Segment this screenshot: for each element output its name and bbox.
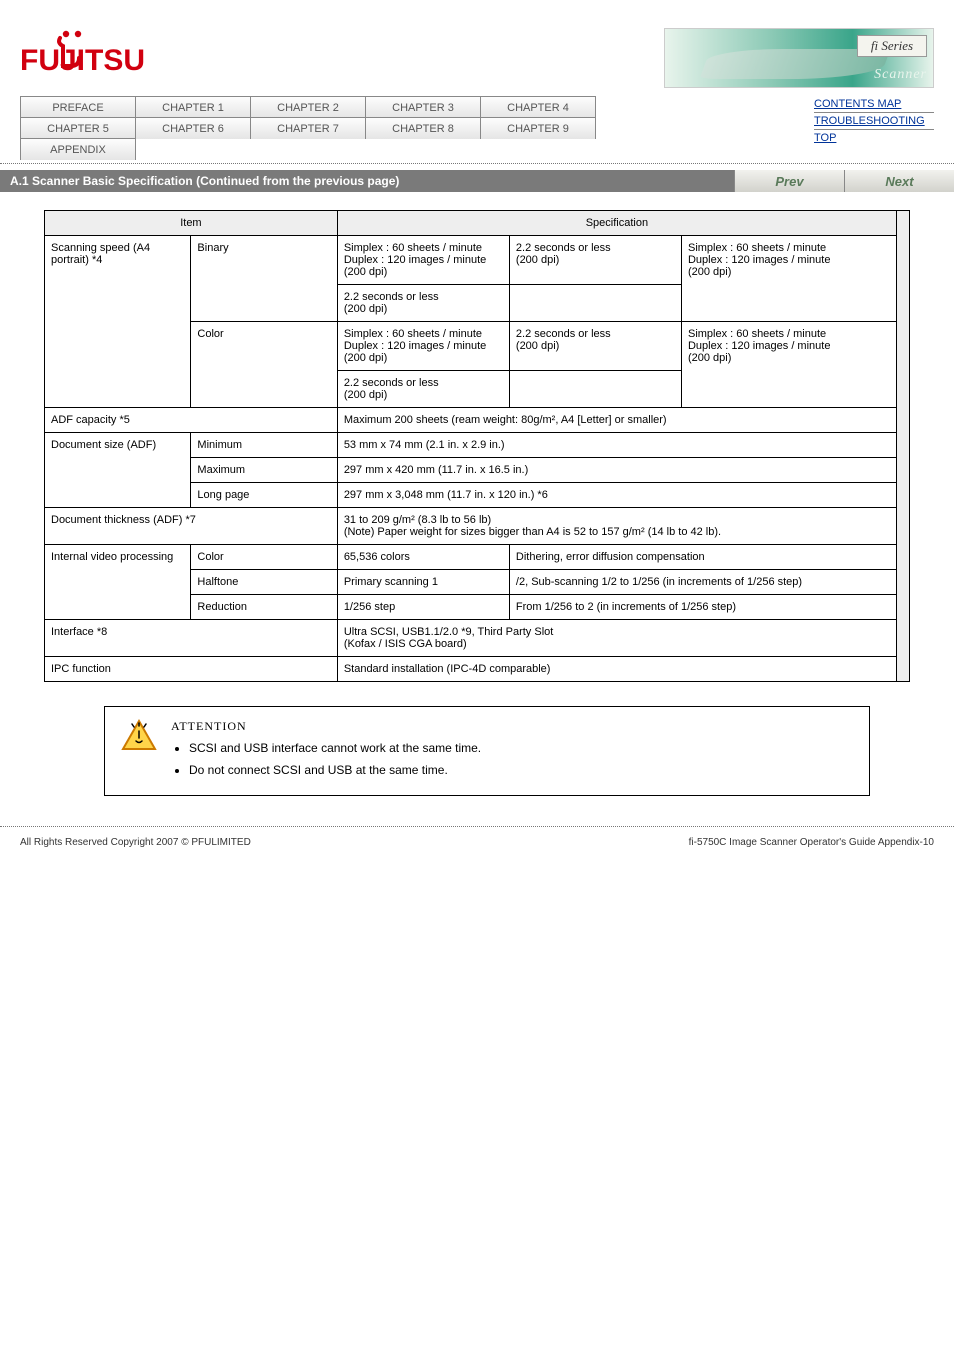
table-row: Document size (ADF) Minimum 53 mm x 74 m… (45, 433, 910, 458)
tab-preface[interactable]: PREFACE (20, 96, 136, 118)
cell-category: Interface *8 (45, 620, 338, 657)
cell-category: Scanning speed (A4 portrait) *4 (45, 236, 191, 408)
fujitsu-logo: FUJITSU (20, 28, 150, 76)
attention-line: SCSI and USB interface cannot work at th… (189, 739, 481, 757)
cell-val: /2, Sub-scanning 1/2 to 1/256 (in increm… (509, 570, 896, 595)
cell-val: Maximum 200 sheets (ream weight: 80g/m²,… (337, 408, 896, 433)
cell-val: From 1/256 to 2 (in increments of 1/256 … (509, 595, 896, 620)
cell-val: 2.2 seconds or less (200 dpi) (509, 236, 681, 285)
link-contents-map[interactable]: CONTENTS MAP (814, 96, 934, 113)
cell-val: Simplex : 60 sheets / minute Duplex : 12… (681, 236, 896, 322)
fi-series-label: fi Series (857, 35, 927, 57)
th-spec: Specification (337, 211, 896, 236)
tab-appendix[interactable]: APPENDIX (20, 138, 136, 160)
tab-label: CHAPTER 7 (277, 123, 339, 135)
cell-val: 31 to 209 g/m² (8.3 lb to 56 lb) (Note) … (337, 508, 896, 545)
attention-line: Do not connect SCSI and USB at the same … (189, 761, 481, 779)
footer-copyright: All Rights Reserved Copyright 2007 © PFU… (20, 837, 251, 848)
scanner-watermark: Scanner (874, 67, 927, 83)
cell-val (509, 285, 681, 322)
spec-table: Item Specification Scanning speed (A4 po… (44, 210, 910, 682)
tab-chapter-3[interactable]: CHAPTER 3 (365, 96, 481, 118)
table-row: IPC function Standard installation (IPC-… (45, 657, 910, 682)
fi-series-banner: fi Series Scanner (664, 28, 934, 88)
cell-val: Simplex : 60 sheets / minute Duplex : 12… (337, 236, 509, 285)
page-title: A.1 Scanner Basic Specification (Continu… (10, 174, 399, 188)
tab-label: CHAPTER 2 (277, 102, 339, 114)
cell-val: 1/256 step (337, 595, 509, 620)
tab-label: PREFACE (52, 102, 103, 114)
table-row: ADF capacity *5 Maximum 200 sheets (ream… (45, 408, 910, 433)
svg-text:FUJITSU: FUJITSU (20, 44, 145, 76)
cell-val: 53 mm x 74 mm (2.1 in. x 2.9 in.) (337, 433, 896, 458)
divider (0, 163, 954, 164)
th-item: Item (45, 211, 338, 236)
cell-sub: Reduction (191, 595, 337, 620)
tab-chapter-7[interactable]: CHAPTER 7 (250, 117, 366, 139)
tab-label: CHAPTER 8 (392, 123, 454, 135)
cell-category: Internal video processing (45, 545, 191, 620)
tab-label: CHAPTER 3 (392, 102, 454, 114)
cell-val: 2.2 seconds or less (200 dpi) (337, 371, 509, 408)
link-top[interactable]: TOP (814, 130, 854, 146)
attention-note: ATTENTION SCSI and USB interface cannot … (104, 706, 870, 796)
cell-val: 297 mm x 420 mm (11.7 in. x 16.5 in.) (337, 458, 896, 483)
tab-label: CHAPTER 4 (507, 102, 569, 114)
tab-label: APPENDIX (50, 144, 106, 156)
cell-sub: Halftone (191, 570, 337, 595)
side-black-strip (897, 211, 910, 682)
tab-chapter-1[interactable]: CHAPTER 1 (135, 96, 251, 118)
tab-label: CHAPTER 9 (507, 123, 569, 135)
cell-sub: Color (191, 322, 337, 408)
cell-sub: Maximum (191, 458, 337, 483)
table-header-row: Item Specification (45, 211, 910, 236)
cell-category: Document size (ADF) (45, 433, 191, 508)
page-footer: All Rights Reserved Copyright 2007 © PFU… (0, 826, 954, 888)
cell-val (509, 371, 681, 408)
cell-val: 2.2 seconds or less (200 dpi) (337, 285, 509, 322)
link-troubleshooting[interactable]: TROUBLESHOOTING (814, 113, 934, 130)
cell-val: 297 mm x 3,048 mm (11.7 in. x 120 in.) *… (337, 483, 896, 508)
cell-category: Document thickness (ADF) *7 (45, 508, 338, 545)
chapter-tabs: PREFACE CHAPTER 1 CHAPTER 2 CHAPTER 3 CH… (20, 96, 600, 159)
table-row: Document thickness (ADF) *7 31 to 209 g/… (45, 508, 910, 545)
table-row: Scanning speed (A4 portrait) *4 Binary S… (45, 236, 910, 285)
cell-val: 2.2 seconds or less (200 dpi) (509, 322, 681, 371)
cell-val: Simplex : 60 sheets / minute Duplex : 12… (337, 322, 509, 371)
tab-chapter-5[interactable]: CHAPTER 5 (20, 117, 136, 139)
tab-chapter-9[interactable]: CHAPTER 9 (480, 117, 596, 139)
prev-button[interactable]: Prev (734, 170, 844, 192)
cell-sub: Color (191, 545, 337, 570)
table-row: Internal video processing Color 65,536 c… (45, 545, 910, 570)
title-bar: A.1 Scanner Basic Specification (Continu… (0, 170, 954, 192)
cell-val: 65,536 colors (337, 545, 509, 570)
cell-val: Standard installation (IPC-4D comparable… (337, 657, 896, 682)
table-row: Interface *8 Ultra SCSI, USB1.1/2.0 *9, … (45, 620, 910, 657)
tab-label: CHAPTER 5 (47, 123, 109, 135)
tab-chapter-4[interactable]: CHAPTER 4 (480, 96, 596, 118)
side-link-list: CONTENTS MAP TROUBLESHOOTING TOP (814, 96, 934, 146)
cell-sub: Long page (191, 483, 337, 508)
cell-val: Dithering, error diffusion compensation (509, 545, 896, 570)
next-button[interactable]: Next (844, 170, 954, 192)
tab-label: CHAPTER 6 (162, 123, 224, 135)
cell-sub: Binary (191, 236, 337, 322)
tab-chapter-2[interactable]: CHAPTER 2 (250, 96, 366, 118)
footer-pageref: fi-5750C Image Scanner Operator's Guide … (689, 837, 934, 848)
tab-chapter-6[interactable]: CHAPTER 6 (135, 117, 251, 139)
tab-label: CHAPTER 1 (162, 102, 224, 114)
cell-category: ADF capacity *5 (45, 408, 338, 433)
attention-icon (119, 717, 159, 779)
attention-heading: ATTENTION (171, 717, 481, 735)
cell-val: Primary scanning 1 (337, 570, 509, 595)
cell-val: Simplex : 60 sheets / minute Duplex : 12… (681, 322, 896, 408)
cell-val: Ultra SCSI, USB1.1/2.0 *9, Third Party S… (337, 620, 896, 657)
cell-sub: Minimum (191, 433, 337, 458)
tab-chapter-8[interactable]: CHAPTER 8 (365, 117, 481, 139)
cell-category: IPC function (45, 657, 338, 682)
